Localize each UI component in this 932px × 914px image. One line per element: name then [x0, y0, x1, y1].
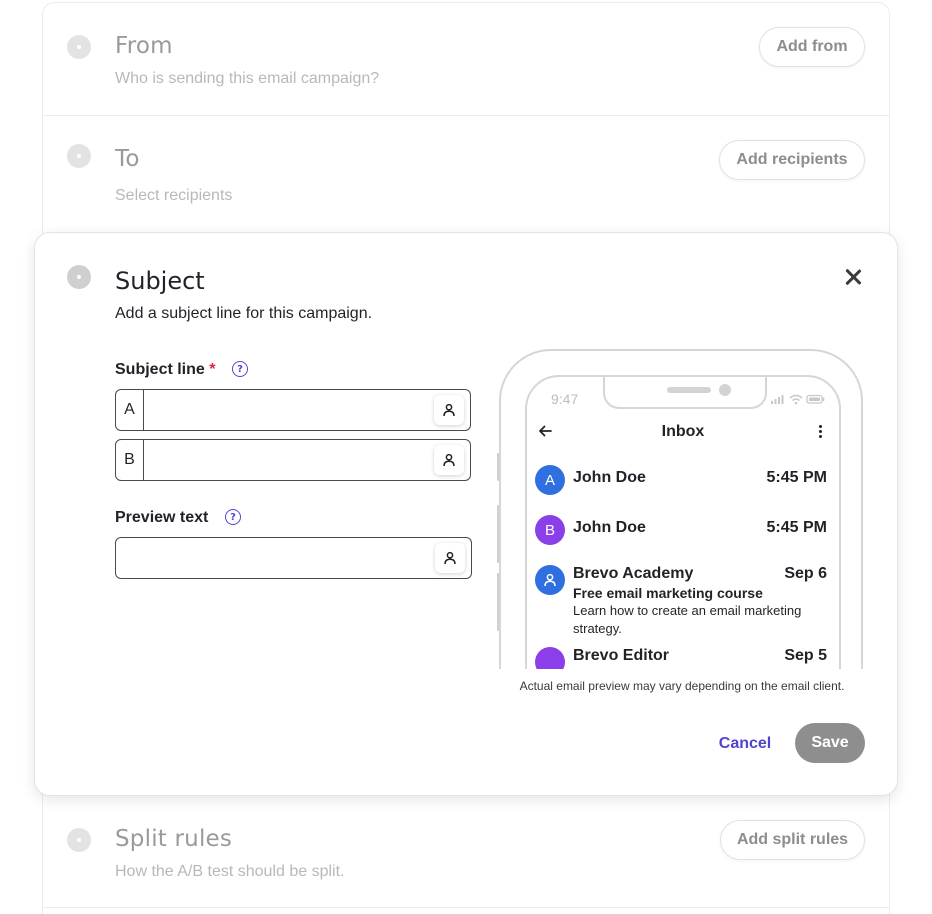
- subject-line-b-field: B: [115, 439, 471, 481]
- person-icon: [544, 573, 556, 587]
- subject-line-label-text: Subject line: [115, 361, 205, 378]
- preview-text-label: Preview text: [115, 509, 209, 526]
- email-time: 5:45 PM: [766, 469, 827, 486]
- email-time: 5:45 PM: [766, 519, 827, 536]
- email-snippet: Learn how to create an email marketing s…: [573, 603, 802, 636]
- subject-section-title: Subject: [115, 267, 205, 295]
- subject-editor-panel: Subject Add a subject line for this camp…: [34, 232, 898, 796]
- phone-notch: [603, 377, 767, 409]
- email-sender: Brevo Academy: [573, 565, 694, 582]
- person-icon: [444, 551, 456, 565]
- email-sender: Brevo Editor: [573, 647, 670, 664]
- phone-speaker: [667, 387, 711, 393]
- preview-disclaimer: Actual email preview may vary depending …: [519, 679, 845, 693]
- phone-status-icon: [771, 394, 825, 405]
- step-status-split-rules-icon: [67, 828, 91, 852]
- subject-line-label: Subject line *: [115, 361, 215, 379]
- phone-camera: [719, 384, 731, 396]
- divider: [43, 907, 889, 908]
- phone-status-time: 9:47: [551, 391, 579, 407]
- from-section-subtitle: Who is sending this email campaign?: [115, 70, 380, 87]
- from-section-title: From: [115, 33, 173, 59]
- preview-text-input[interactable]: [126, 538, 426, 578]
- inbox-title: Inbox: [661, 423, 705, 440]
- phone-screen: 9:47 Inbox A John Doe 5:45 PM B John Doe: [525, 375, 841, 669]
- step-status-from-icon: [67, 35, 91, 59]
- subject-line-help-icon[interactable]: ?: [232, 361, 248, 377]
- split-rules-section-title: Split rules: [115, 826, 233, 852]
- email-subject: Free email marketing course: [573, 585, 763, 601]
- more-options-icon: [819, 425, 823, 439]
- subject-line-a-input[interactable]: [152, 390, 422, 430]
- sender-avatar: A: [535, 465, 565, 495]
- sender-avatar: B: [535, 515, 565, 545]
- email-time: Sep 5: [784, 647, 827, 664]
- add-split-rules-button[interactable]: Add split rules: [720, 820, 865, 860]
- variant-b-prefix: B: [116, 440, 144, 480]
- email-sender: John Doe: [573, 519, 646, 536]
- step-status-to-icon: [67, 144, 91, 168]
- sender-avatar: [535, 565, 565, 595]
- cancel-button[interactable]: Cancel: [703, 725, 787, 763]
- step-status-subject-icon: [67, 265, 91, 289]
- divider: [43, 115, 889, 116]
- person-icon: [443, 453, 455, 467]
- subject-line-b-input[interactable]: [152, 440, 422, 480]
- preview-text-help-icon[interactable]: ?: [225, 509, 241, 525]
- save-button[interactable]: Save: [795, 723, 865, 763]
- variant-a-prefix: A: [116, 390, 144, 430]
- add-from-button[interactable]: Add from: [759, 27, 865, 67]
- close-icon[interactable]: [841, 265, 865, 289]
- person-icon: [443, 403, 455, 417]
- sender-avatar: [535, 647, 565, 669]
- email-sender: John Doe: [573, 469, 646, 486]
- to-section-subtitle: Select recipients: [115, 187, 233, 204]
- insert-personalization-preview-button[interactable]: [435, 543, 465, 573]
- insert-personalization-a-button[interactable]: [434, 395, 464, 425]
- preview-text-field: [115, 537, 472, 579]
- split-rules-section-subtitle: How the A/B test should be split.: [115, 863, 345, 880]
- email-time: Sep 6: [784, 565, 827, 582]
- inbox-phone-preview: 9:47 Inbox A John Doe 5:45 PM B John Doe: [497, 349, 863, 669]
- required-marker: *: [209, 361, 216, 378]
- add-recipients-button[interactable]: Add recipients: [719, 140, 865, 180]
- to-section-title: To: [115, 146, 140, 172]
- insert-personalization-b-button[interactable]: [434, 445, 464, 475]
- subject-section-subtitle: Add a subject line for this campaign.: [115, 305, 373, 322]
- subject-line-a-field: A: [115, 389, 471, 431]
- phone-frame: 9:47 Inbox A John Doe 5:45 PM B John Doe: [499, 349, 863, 669]
